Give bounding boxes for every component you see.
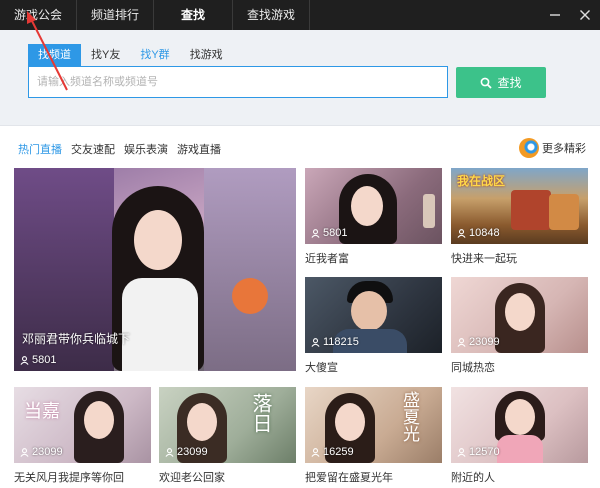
viewer-count: 23099	[20, 446, 63, 458]
tab-find-channel[interactable]: 找频道	[28, 44, 81, 66]
person-icon	[20, 447, 29, 457]
person-icon	[311, 337, 320, 347]
viewer-count: 118215	[311, 336, 359, 348]
live-card[interactable]: 12570 附近的人	[451, 387, 588, 484]
viewer-count: 12570	[457, 446, 500, 458]
person-icon	[457, 447, 466, 457]
card-title: 把爱留在盛夏光年	[305, 472, 393, 484]
tab-search[interactable]: 查找	[154, 0, 234, 30]
card-title: 邓丽君带你兵临城下	[22, 332, 131, 346]
search-input[interactable]	[28, 66, 448, 98]
tab-find-game-search[interactable]: 找游戏	[180, 44, 233, 66]
viewer-count: 5801	[311, 227, 347, 239]
minimize-icon	[550, 14, 560, 16]
title-bar: 游戏公会 频道排行 查找 查找游戏	[0, 0, 600, 30]
person-icon	[311, 447, 320, 457]
tab-find-y-group[interactable]: 找Y群	[130, 44, 179, 66]
featured-thumbnail: 邓丽君带你兵临城下 5801	[14, 168, 296, 371]
search-panel: 找频道 找Y友 找Y群 找游戏 查找	[0, 30, 600, 126]
yy-logo-icon	[519, 138, 539, 158]
viewer-count: 16259	[311, 446, 354, 458]
card-thumbnail: 我在战区 10848	[451, 168, 588, 244]
card-title: 大傻宣	[305, 362, 338, 374]
tab-hot-live[interactable]: 热门直播	[18, 141, 62, 157]
card-thumbnail: 落日 23099	[159, 387, 296, 463]
window-controls	[540, 0, 600, 30]
live-card[interactable]: 落日 23099 欢迎老公回家	[159, 387, 296, 484]
card-thumbnail: 23099	[451, 277, 588, 353]
more-exciting-label: 更多精彩	[542, 143, 586, 155]
tab-game-guild[interactable]: 游戏公会	[0, 0, 78, 30]
card-thumbnail: 盛夏光 16259	[305, 387, 442, 463]
live-card[interactable]: 当嘉 23099 无关风月我提序等你回	[14, 387, 151, 484]
card-title: 附近的人	[451, 472, 495, 484]
card-thumbnail: 12570	[451, 387, 588, 463]
close-button[interactable]	[570, 0, 600, 30]
search-type-tabs: 找频道 找Y友 找Y群 找游戏	[28, 44, 233, 66]
viewer-count: 5801	[20, 354, 56, 366]
viewer-count: 23099	[457, 336, 500, 348]
tab-game-live[interactable]: 游戏直播	[177, 141, 221, 157]
card-title: 快进来一起玩	[451, 253, 517, 265]
live-card-featured[interactable]: 邓丽君带你兵临城下 5801	[14, 168, 296, 371]
search-button-label: 查找	[497, 76, 522, 90]
top-nav: 游戏公会 频道排行 查找 查找游戏	[0, 0, 311, 30]
category-tabs: 热门直播 交友速配 娱乐表演 游戏直播	[18, 141, 221, 157]
person-icon	[311, 228, 320, 238]
person-icon	[457, 228, 466, 238]
tab-channel-ranking[interactable]: 频道排行	[77, 0, 155, 30]
overlay-text: 盛夏光	[399, 391, 419, 442]
live-card[interactable]: 我在战区 10848 快进来一起玩	[451, 168, 588, 265]
card-thumbnail: 当嘉 23099	[14, 387, 151, 463]
card-thumbnail: 118215	[305, 277, 442, 353]
tab-find-game[interactable]: 查找游戏	[233, 0, 311, 30]
more-exciting-link[interactable]: 更多精彩	[519, 138, 586, 158]
viewer-count: 23099	[165, 446, 208, 458]
overlay-text: 当嘉	[24, 401, 60, 422]
card-thumbnail: 5801	[305, 168, 442, 244]
overlay-text: 落日	[249, 393, 273, 433]
game-banner-text: 我在战区	[457, 174, 506, 188]
person-icon	[457, 337, 466, 347]
minimize-button[interactable]	[540, 0, 570, 30]
search-button[interactable]: 查找	[456, 67, 546, 98]
card-title: 欢迎老公回家	[159, 472, 225, 484]
person-icon	[165, 447, 174, 457]
viewer-count: 10848	[457, 227, 500, 239]
tab-dating[interactable]: 交友速配	[71, 141, 115, 157]
person-icon	[20, 355, 29, 365]
card-title: 无关风月我提序等你回	[14, 472, 124, 484]
tab-find-y-friend[interactable]: 找Y友	[81, 44, 130, 66]
card-title: 同城热恋	[451, 362, 495, 374]
live-card[interactable]: 盛夏光 16259 把爱留在盛夏光年	[305, 387, 442, 484]
live-card[interactable]: 118215 大傻宣	[305, 277, 442, 374]
live-card[interactable]: 5801 近我者富	[305, 168, 442, 265]
tab-entertainment[interactable]: 娱乐表演	[124, 141, 168, 157]
close-icon	[580, 10, 590, 20]
card-title: 近我者富	[305, 253, 349, 265]
search-icon	[481, 77, 493, 89]
live-card[interactable]: 23099 同城热恋	[451, 277, 588, 374]
